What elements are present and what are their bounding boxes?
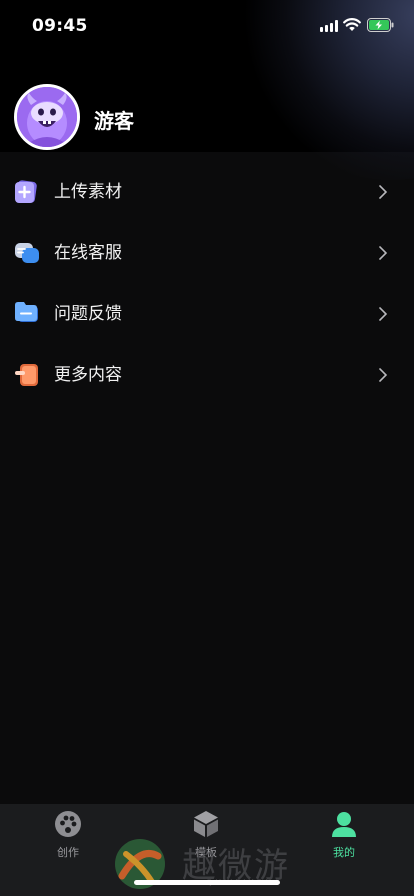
chevron-right-icon (379, 185, 388, 199)
username: 游客 (94, 109, 134, 133)
chevron-right-icon (379, 246, 388, 260)
signal-icon (320, 20, 340, 32)
tab-mine[interactable]: 我的 (304, 810, 384, 862)
status-time: 09:45 (32, 16, 88, 36)
status-bar: 09:45 (0, 0, 414, 52)
monster-avatar-icon (17, 87, 77, 147)
customer-service-icon (15, 243, 39, 263)
tab-create[interactable]: 创作 (28, 810, 108, 862)
menu-item-more-content[interactable]: 更多内容 (0, 345, 414, 405)
menu-item-customer-service[interactable]: 在线客服 (0, 223, 414, 283)
avatar[interactable] (14, 84, 80, 150)
tab-label-create: 创作 (57, 846, 79, 859)
menu-item-upload[interactable]: 上传素材 (0, 162, 414, 222)
wifi-icon (343, 18, 361, 31)
screen: 09:45 游客 上传素材 在线客服 问题反馈 更多内容 创作 模板 我的 趣微… (0, 0, 414, 896)
palette-icon (55, 811, 81, 837)
battery-charging-icon (367, 18, 394, 32)
chevron-right-icon (379, 368, 388, 382)
menu-item-feedback[interactable]: 问题反馈 (0, 284, 414, 344)
menu-label-feedback: 问题反馈 (54, 304, 122, 324)
cube-icon (194, 811, 218, 837)
chevron-right-icon (379, 307, 388, 321)
tab-label-mine: 我的 (333, 846, 355, 859)
more-content-icon (15, 364, 38, 386)
menu-label-more-content: 更多内容 (54, 365, 122, 385)
menu-label-customer-service: 在线客服 (54, 243, 122, 263)
upload-icon (15, 180, 37, 203)
feedback-icon (15, 302, 38, 322)
profile-icon (332, 812, 356, 837)
home-indicator[interactable] (134, 880, 280, 885)
menu-label-upload: 上传素材 (54, 182, 122, 202)
